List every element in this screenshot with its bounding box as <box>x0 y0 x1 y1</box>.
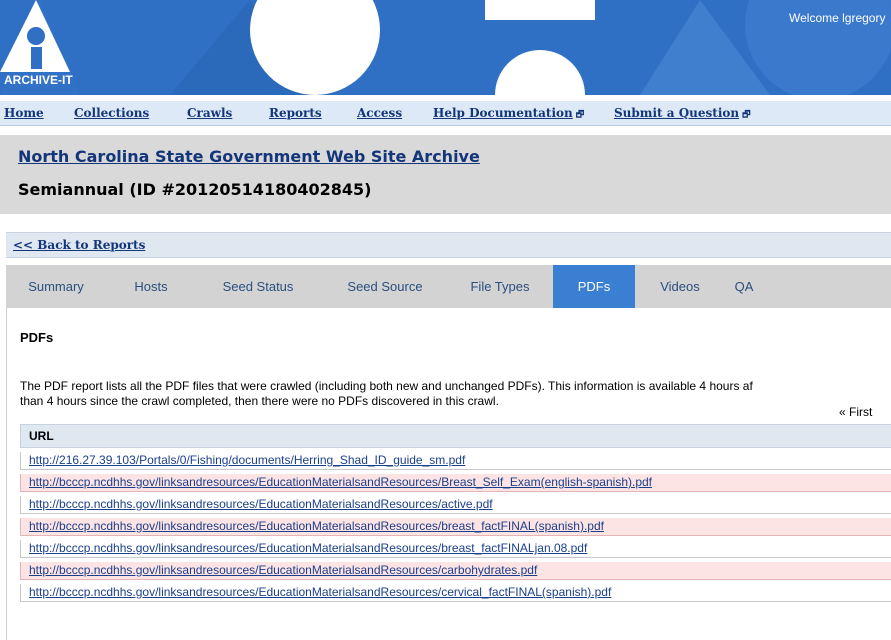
pager-first-link[interactable]: « First <box>839 405 872 419</box>
description-line-2: than 4 hours since the crawl completed, … <box>20 394 499 408</box>
archive-it-logo-icon <box>0 0 70 72</box>
table-row: http://bcccp.ncdhhs.gov/linksandresource… <box>20 540 891 558</box>
banner: ARCHIVE-IT Welcome lgregory <box>0 0 891 95</box>
report-description: The PDF report lists all the PDF files t… <box>20 379 891 409</box>
pdf-url-link[interactable]: http://bcccp.ncdhhs.gov/linksandresource… <box>29 497 493 511</box>
tab-summary[interactable]: Summary <box>18 265 94 308</box>
welcome-message: Welcome lgregory <box>789 11 886 25</box>
title-block: North Carolina State Government Web Site… <box>0 135 891 214</box>
back-bar: << Back to Reports <box>6 232 891 258</box>
nav-submit-label: Submit a Question <box>614 106 740 120</box>
tab-qa[interactable]: QA <box>722 265 766 308</box>
table-row: http://bcccp.ncdhhs.gov/linksandresource… <box>20 584 891 602</box>
table-row: http://bcccp.ncdhhs.gov/linksandresource… <box>20 474 891 492</box>
nav-reports[interactable]: Reports <box>269 106 322 120</box>
tab-content: PDFs The PDF report lists all the PDF fi… <box>6 308 891 640</box>
tab-seed-status[interactable]: Seed Status <box>206 265 310 308</box>
pdf-url-link[interactable]: http://bcccp.ncdhhs.gov/linksandresource… <box>29 563 537 577</box>
pdf-url-link[interactable]: http://bcccp.ncdhhs.gov/linksandresource… <box>29 519 604 533</box>
pdf-url-link[interactable]: http://bcccp.ncdhhs.gov/linksandresource… <box>29 585 611 599</box>
nav-help-label: Help Documentation <box>433 106 573 120</box>
table-header-url: URL <box>20 424 891 448</box>
collection-link[interactable]: North Carolina State Government Web Site… <box>18 147 480 166</box>
pdf-url-link[interactable]: http://bcccp.ncdhhs.gov/linksandresource… <box>29 475 652 489</box>
crawl-title: Semiannual (ID #20120514180402845) <box>18 180 372 199</box>
tab-hosts[interactable]: Hosts <box>122 265 180 308</box>
tab-file-types[interactable]: File Types <box>458 265 542 308</box>
tab-videos[interactable]: Videos <box>646 265 714 308</box>
nav-crawls[interactable]: Crawls <box>187 106 232 120</box>
logo-text: ARCHIVE-IT <box>4 73 73 87</box>
pdf-url-table: URL http://216.27.39.103/Portals/0/Fishi… <box>20 424 891 602</box>
back-to-reports-link[interactable]: << Back to Reports <box>13 238 145 252</box>
table-row: http://bcccp.ncdhhs.gov/linksandresource… <box>20 562 891 580</box>
section-heading: PDFs <box>20 330 54 345</box>
tab-pdfs[interactable]: PDFs <box>553 265 635 308</box>
table-row: http://bcccp.ncdhhs.gov/linksandresource… <box>20 496 891 514</box>
table-row: http://216.27.39.103/Portals/0/Fishing/d… <box>20 452 891 470</box>
banner-graphic <box>0 0 891 95</box>
nav-home[interactable]: Home <box>4 106 44 120</box>
table-row: http://bcccp.ncdhhs.gov/linksandresource… <box>20 518 891 536</box>
pdf-url-link[interactable]: http://bcccp.ncdhhs.gov/linksandresource… <box>29 541 587 555</box>
tab-seed-source[interactable]: Seed Source <box>330 265 440 308</box>
pdf-url-link[interactable]: http://216.27.39.103/Portals/0/Fishing/d… <box>29 453 465 467</box>
external-window-icon: 🗗 <box>742 110 751 120</box>
main-nav: Home Collections Crawls Reports Access H… <box>0 101 891 126</box>
nav-help-documentation[interactable]: Help Documentation 🗗 <box>433 106 584 123</box>
description-line-1: The PDF report lists all the PDF files t… <box>20 379 753 393</box>
external-window-icon: 🗗 <box>575 110 585 120</box>
nav-submit-question[interactable]: Submit a Question 🗗 <box>614 106 751 123</box>
nav-access[interactable]: Access <box>357 106 402 120</box>
nav-collections[interactable]: Collections <box>74 106 149 120</box>
report-tabs: Summary Hosts Seed Status Seed Source Fi… <box>6 265 891 308</box>
